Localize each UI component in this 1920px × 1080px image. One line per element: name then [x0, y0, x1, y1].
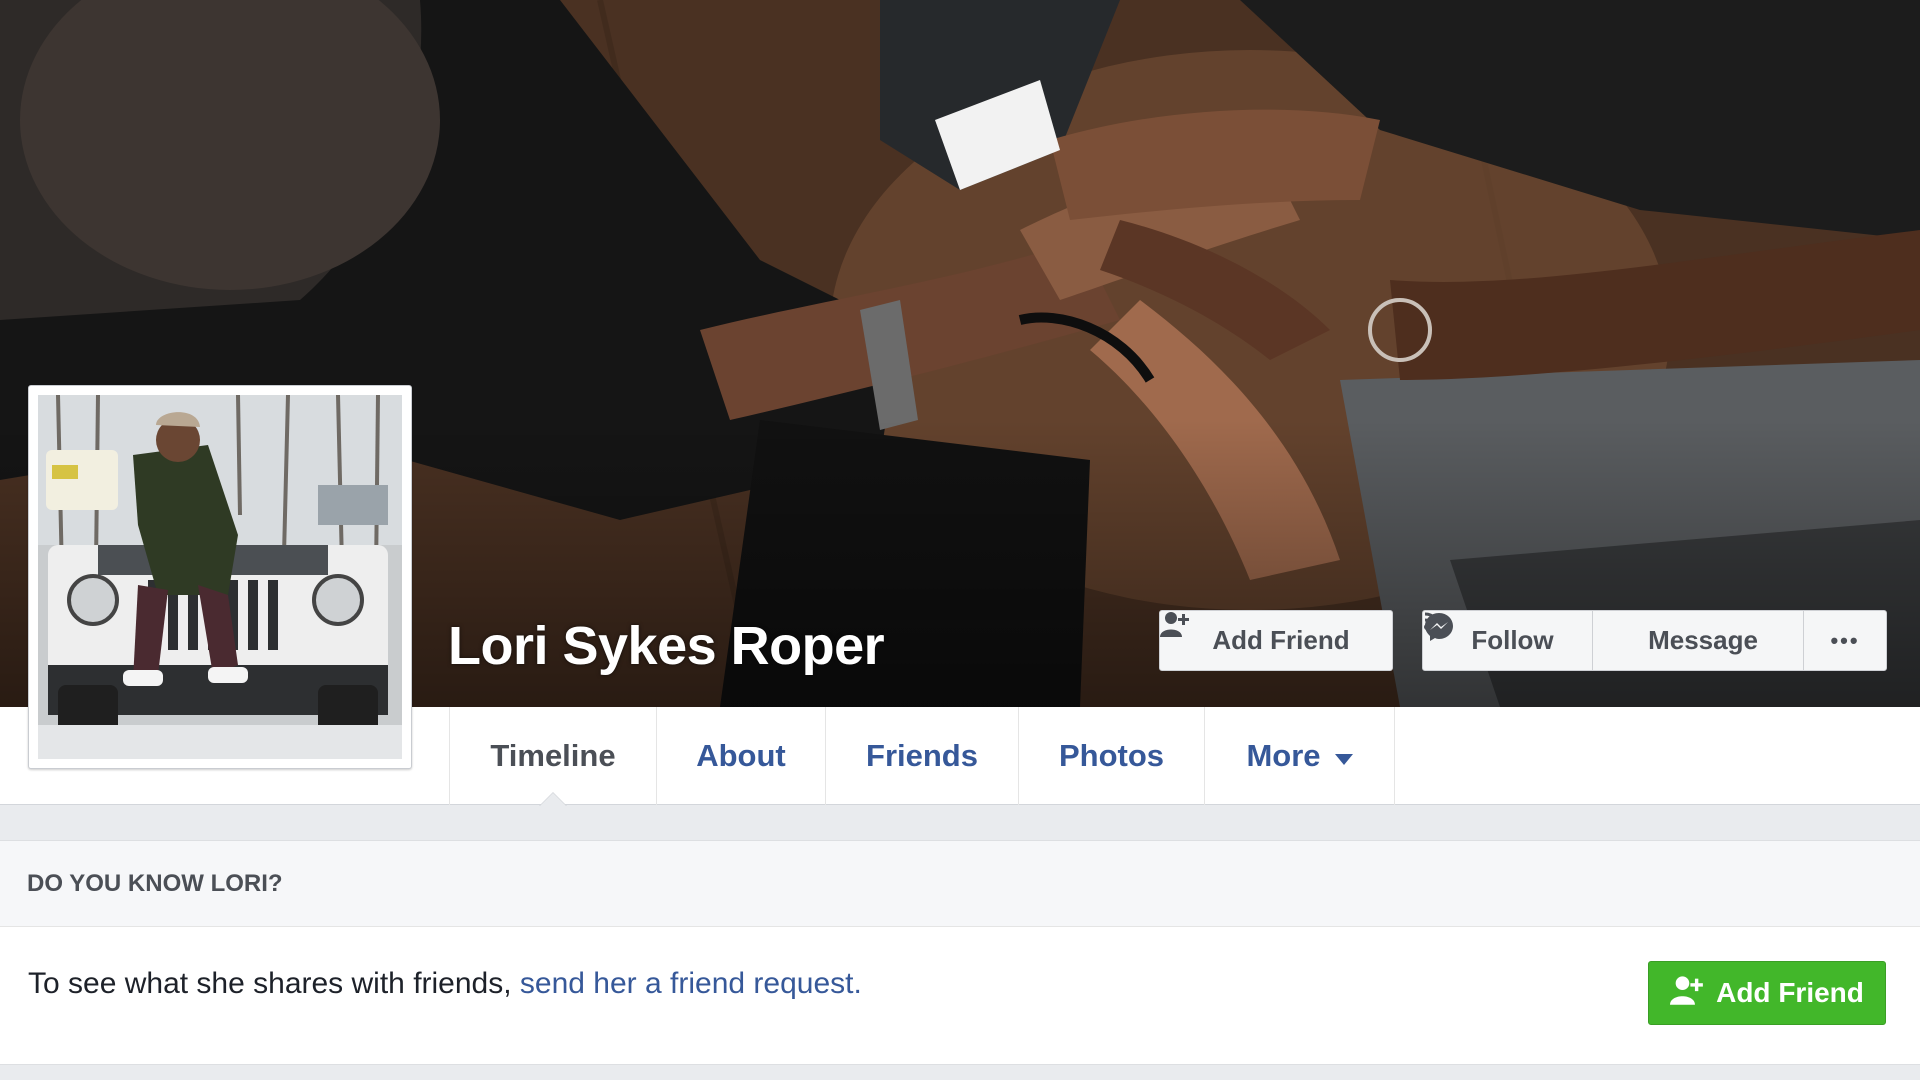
tab-friends-label: Friends — [866, 738, 978, 773]
add-friend-button[interactable]: Add Friend — [1159, 610, 1393, 671]
message-label: Message — [1648, 625, 1758, 655]
profile-action-group: Follow Message ••• — [1422, 610, 1887, 671]
panel-heading: DO YOU KNOW LORI? — [0, 841, 1920, 927]
ellipsis-icon: ••• — [1830, 627, 1860, 653]
add-friend-green-button[interactable]: Add Friend — [1648, 961, 1886, 1025]
more-options-button[interactable]: ••• — [1804, 611, 1886, 670]
panel-body: To see what she shares with friends, sen… — [0, 927, 1920, 1065]
add-friend-icon — [1670, 975, 1704, 1012]
profile-photo — [38, 395, 402, 759]
add-friend-green-label: Add Friend — [1716, 977, 1864, 1008]
friend-request-link[interactable]: send her a friend request. — [520, 967, 862, 1000]
caret-down-icon — [1334, 738, 1353, 774]
tab-timeline[interactable]: Timeline — [450, 707, 657, 805]
tab-friends[interactable]: Friends — [826, 707, 1019, 805]
profile-tabs: Timeline About Friends Photos More — [449, 707, 1395, 805]
tab-more-label: More — [1246, 738, 1321, 773]
add-friend-label: Add Friend — [1212, 625, 1350, 655]
message-button[interactable]: Message — [1425, 611, 1804, 670]
profile-name[interactable]: Lori Sykes Roper — [448, 615, 885, 677]
tab-photos[interactable]: Photos — [1019, 707, 1205, 805]
tab-about[interactable]: About — [657, 707, 826, 805]
tab-photos-label: Photos — [1058, 738, 1165, 773]
tab-more[interactable]: More — [1205, 707, 1395, 805]
panel-message: To see what she shares with friends, sen… — [28, 967, 862, 1001]
follow-label: Follow — [1471, 625, 1554, 655]
profile-picture[interactable] — [28, 385, 412, 769]
panel-text: To see what she shares with friends, — [28, 967, 520, 1000]
do-you-know-panel: DO YOU KNOW LORI? To see what she shares… — [0, 840, 1920, 1065]
tab-timeline-label: Timeline — [490, 738, 616, 773]
tab-about-label: About — [696, 738, 786, 773]
